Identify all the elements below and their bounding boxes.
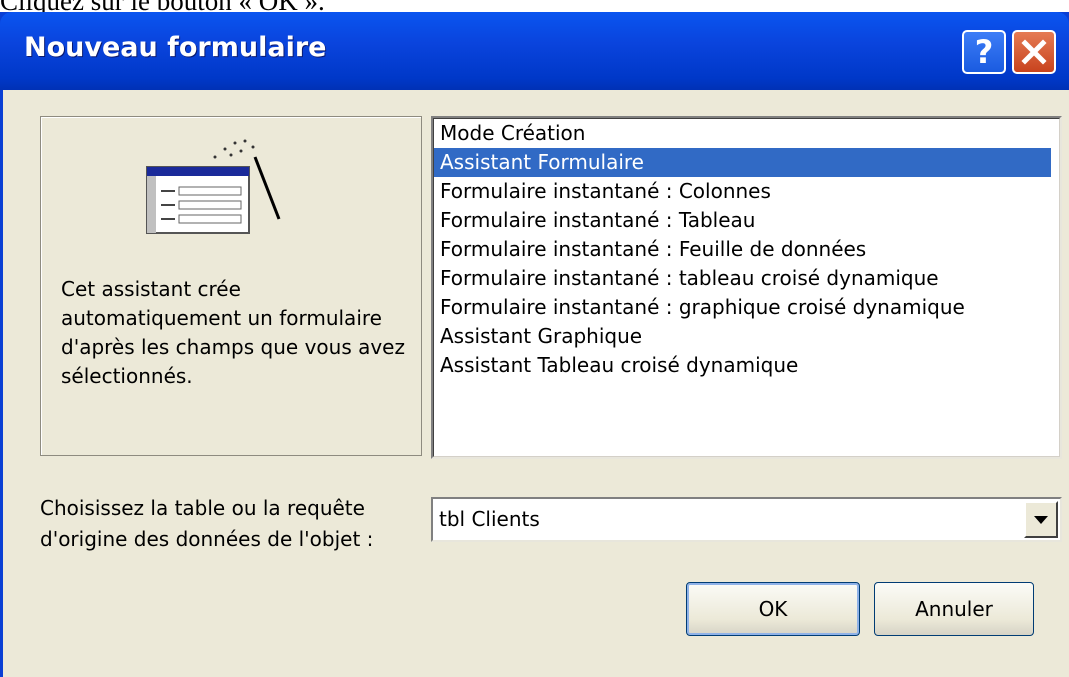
form-type-list-items: Mode Création Assistant Formulaire Formula… bbox=[433, 118, 1060, 457]
list-item[interactable]: Assistant Formulaire bbox=[434, 148, 1051, 177]
close-x-icon bbox=[1021, 39, 1047, 65]
source-table-combo[interactable]: tbl Clients bbox=[431, 497, 1062, 542]
list-item[interactable]: Formulaire instantané : graphique croisé… bbox=[434, 293, 1051, 322]
close-button[interactable] bbox=[1012, 30, 1056, 74]
chevron-down-icon bbox=[1034, 515, 1048, 524]
list-item[interactable]: Formulaire instantané : Feuille de donné… bbox=[434, 235, 1051, 264]
source-label: Choisissez la table ou la requête d'orig… bbox=[40, 496, 374, 551]
form-type-list[interactable]: Mode Création Assistant Formulaire Formula… bbox=[431, 116, 1062, 459]
question-mark-icon: ? bbox=[974, 33, 994, 71]
list-item[interactable]: Assistant Tableau croisé dynamique bbox=[434, 351, 1051, 380]
cancel-button[interactable]: Annuler bbox=[874, 582, 1034, 636]
list-item[interactable]: Assistant Graphique bbox=[434, 322, 1051, 351]
list-item[interactable]: Formulaire instantané : Tableau bbox=[434, 206, 1051, 235]
source-table-value: tbl Clients bbox=[439, 507, 540, 531]
dialog-body: Cet assistant crée automatiquement un fo… bbox=[3, 90, 1069, 677]
list-item[interactable]: Formulaire instantané : tableau croisé d… bbox=[434, 264, 1051, 293]
dialog-title: Nouveau formulaire bbox=[24, 32, 327, 63]
combo-dropdown-button[interactable] bbox=[1024, 501, 1058, 538]
ok-button[interactable]: OK bbox=[686, 582, 860, 636]
wizard-description: Cet assistant crée automatiquement un fo… bbox=[61, 277, 405, 388]
preview-panel: Cet assistant crée automatiquement un fo… bbox=[40, 116, 422, 456]
title-bar: Nouveau formulaire ? bbox=[0, 12, 1069, 90]
list-item[interactable]: Mode Création bbox=[434, 119, 1051, 148]
form-wizard-icon bbox=[146, 139, 281, 234]
help-button[interactable]: ? bbox=[962, 30, 1006, 74]
list-item[interactable]: Formulaire instantané : Colonnes bbox=[434, 177, 1051, 206]
new-form-dialog: Nouveau formulaire ? Cet assistant crée … bbox=[0, 12, 1069, 677]
